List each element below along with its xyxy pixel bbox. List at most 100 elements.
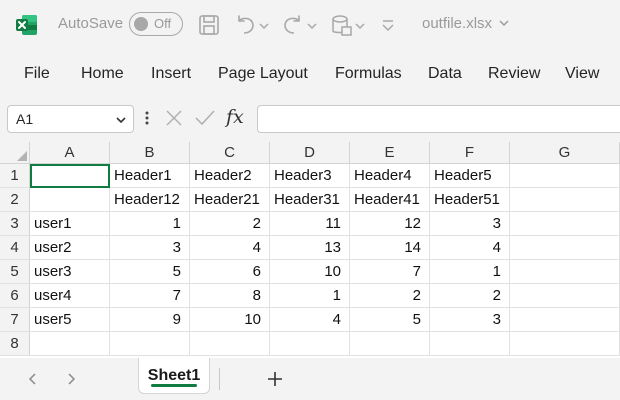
cell-c6[interactable]: 8	[190, 284, 270, 308]
cell-e2[interactable]: Header41	[350, 188, 430, 212]
cell-e6[interactable]: 2	[350, 284, 430, 308]
row-header-4[interactable]: 4	[0, 236, 30, 260]
cell-a5[interactable]: user3	[30, 260, 110, 284]
tab-data[interactable]: Data	[428, 65, 462, 83]
undo-dropdown-icon[interactable]	[258, 12, 270, 38]
cell-d3[interactable]: 11	[270, 212, 350, 236]
cell-f8[interactable]	[430, 332, 510, 356]
cell-b6[interactable]: 7	[110, 284, 190, 308]
more-options-icon[interactable]	[143, 108, 151, 128]
cell-g7[interactable]	[510, 308, 620, 332]
column-header-f[interactable]: F	[430, 142, 510, 164]
cell-a7[interactable]: user5	[30, 308, 110, 332]
select-all-corner[interactable]	[0, 142, 30, 164]
cell-b7[interactable]: 9	[110, 308, 190, 332]
cell-a4[interactable]: user2	[30, 236, 110, 260]
tab-formulas[interactable]: Formulas	[335, 65, 402, 83]
cell-a8[interactable]	[30, 332, 110, 356]
column-header-c[interactable]: C	[190, 142, 270, 164]
undo-icon[interactable]	[232, 12, 258, 38]
tab-file[interactable]: File	[24, 65, 50, 83]
cell-f4[interactable]: 4	[430, 236, 510, 260]
row-header-7[interactable]: 7	[0, 308, 30, 332]
cell-g8[interactable]	[510, 332, 620, 356]
cell-e4[interactable]: 14	[350, 236, 430, 260]
column-header-b[interactable]: B	[110, 142, 190, 164]
cell-g4[interactable]	[510, 236, 620, 260]
tab-page-layout[interactable]: Page Layout	[218, 65, 308, 83]
redo-icon[interactable]	[280, 12, 306, 38]
cell-a3[interactable]: user1	[30, 212, 110, 236]
data-form-dropdown-icon[interactable]	[354, 12, 366, 38]
cell-f3[interactable]: 3	[430, 212, 510, 236]
cell-f2[interactable]: Header51	[430, 188, 510, 212]
row-header-6[interactable]: 6	[0, 284, 30, 308]
cell-e7[interactable]: 5	[350, 308, 430, 332]
cell-b5[interactable]: 5	[110, 260, 190, 284]
tab-review[interactable]: Review	[488, 65, 540, 83]
column-header-e[interactable]: E	[350, 142, 430, 164]
column-header-a[interactable]: A	[30, 142, 110, 164]
cell-g5[interactable]	[510, 260, 620, 284]
cell-c1[interactable]: Header2	[190, 164, 270, 188]
cell-d8[interactable]	[270, 332, 350, 356]
cell-d5[interactable]: 10	[270, 260, 350, 284]
cell-d7[interactable]: 4	[270, 308, 350, 332]
cell-g3[interactable]	[510, 212, 620, 236]
enter-icon[interactable]	[194, 108, 216, 128]
customize-qat-icon[interactable]	[380, 12, 396, 38]
cell-c2[interactable]: Header21	[190, 188, 270, 212]
add-sheet-icon[interactable]	[266, 370, 284, 388]
cell-a2[interactable]	[30, 188, 110, 212]
cell-b4[interactable]: 3	[110, 236, 190, 260]
cell-b8[interactable]	[110, 332, 190, 356]
cell-e1[interactable]: Header4	[350, 164, 430, 188]
cell-d6[interactable]: 1	[270, 284, 350, 308]
tab-view[interactable]: View	[565, 65, 599, 83]
cell-b3[interactable]: 1	[110, 212, 190, 236]
cell-a1[interactable]	[30, 164, 110, 188]
cell-g1[interactable]	[510, 164, 620, 188]
file-name[interactable]: outfile.xlsx	[422, 15, 492, 32]
cell-d1[interactable]: Header3	[270, 164, 350, 188]
cell-d2[interactable]: Header31	[270, 188, 350, 212]
cell-c7[interactable]: 10	[190, 308, 270, 332]
column-header-d[interactable]: D	[270, 142, 350, 164]
cell-f1[interactable]: Header5	[430, 164, 510, 188]
tab-home[interactable]: Home	[81, 65, 124, 83]
formula-input[interactable]	[257, 105, 620, 133]
chevron-left-icon[interactable]	[26, 372, 38, 386]
cell-c4[interactable]: 4	[190, 236, 270, 260]
cancel-icon[interactable]	[164, 108, 184, 128]
cell-g6[interactable]	[510, 284, 620, 308]
row-header-1[interactable]: 1	[0, 164, 30, 188]
cell-b2[interactable]: Header12	[110, 188, 190, 212]
chevron-down-icon[interactable]	[115, 114, 127, 126]
cell-a6[interactable]: user4	[30, 284, 110, 308]
cell-c3[interactable]: 2	[190, 212, 270, 236]
sheet-tab-sheet1[interactable]: Sheet1	[138, 358, 210, 394]
cell-c5[interactable]: 6	[190, 260, 270, 284]
row-header-2[interactable]: 2	[0, 188, 30, 212]
cell-c8[interactable]	[190, 332, 270, 356]
save-icon[interactable]	[196, 12, 222, 38]
cell-b1[interactable]: Header1	[110, 164, 190, 188]
row-header-5[interactable]: 5	[0, 260, 30, 284]
chevron-down-icon[interactable]	[498, 17, 510, 29]
autosave-toggle[interactable]: Off	[129, 12, 183, 36]
row-header-8[interactable]: 8	[0, 332, 30, 356]
cell-f6[interactable]: 2	[430, 284, 510, 308]
insert-function-button[interactable]: fx	[226, 106, 244, 128]
cell-f5[interactable]: 1	[430, 260, 510, 284]
name-box[interactable]: A1	[7, 105, 134, 133]
data-form-icon[interactable]	[328, 12, 354, 38]
cell-e8[interactable]	[350, 332, 430, 356]
cell-f7[interactable]: 3	[430, 308, 510, 332]
tab-insert[interactable]: Insert	[151, 65, 191, 83]
redo-dropdown-icon[interactable]	[306, 12, 318, 38]
column-header-g[interactable]: G	[510, 142, 620, 164]
chevron-right-icon[interactable]	[66, 372, 78, 386]
cell-g2[interactable]	[510, 188, 620, 212]
cell-e3[interactable]: 12	[350, 212, 430, 236]
row-header-3[interactable]: 3	[0, 212, 30, 236]
